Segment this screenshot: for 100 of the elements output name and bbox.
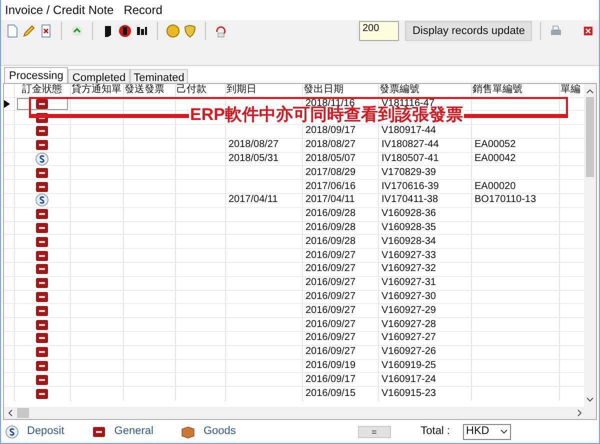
ok-badge-icon <box>35 372 49 387</box>
ok-badge-icon <box>35 138 49 152</box>
equals-button[interactable]: = <box>358 426 391 438</box>
current-row-icon <box>4 100 10 108</box>
ok-badge-icon <box>35 359 49 374</box>
ok-badge-icon <box>35 207 49 222</box>
column-header[interactable]: 發送發票 <box>124 84 164 96</box>
table-cell: 2018/08/27 <box>306 139 356 150</box>
ok-badge-icon <box>35 345 49 360</box>
close-icon[interactable] <box>583 24 595 38</box>
ok-badge-icon <box>92 424 106 438</box>
table-cell: V160927-29 <box>382 304 436 316</box>
column-header[interactable]: 訂金狀態 <box>22 84 62 96</box>
table-cell: IV180827-44 <box>382 139 439 150</box>
scroll-right-icon[interactable] <box>576 409 584 417</box>
table-cell: BO170110-13 <box>474 194 536 206</box>
table-cell: V160928-34 <box>382 236 436 247</box>
table-cell: 2016/09/27 <box>306 263 356 274</box>
table-cell: 2016/09/27 <box>306 318 356 330</box>
table-cell: 2016/09/27 <box>306 346 356 358</box>
ok-badge-icon <box>35 124 49 138</box>
legend-label: General <box>114 424 154 440</box>
table-cell: 2016/09/28 <box>306 236 356 247</box>
printer-icon[interactable] <box>549 24 563 38</box>
table-cell: V160928-36 <box>382 208 436 220</box>
ok-badge-icon <box>35 248 49 263</box>
table-cell: 2016/09/27 <box>306 332 356 344</box>
table-cell: V160919-25 <box>382 360 436 372</box>
currency-dropdown[interactable]: HKD <box>463 424 511 440</box>
table-cell: 2017/08/29 <box>306 166 356 178</box>
return-icon[interactable] <box>214 24 228 38</box>
column-header[interactable]: 發票編號 <box>380 84 420 96</box>
ok-badge-icon <box>35 386 49 401</box>
horizontal-scrollbar[interactable] <box>4 407 596 419</box>
total-label: Total : <box>420 424 450 440</box>
table-cell: 2018/05/31 <box>228 153 279 164</box>
table-cell: V160915-23 <box>382 388 436 399</box>
column-header[interactable]: 貸方通知單 <box>72 84 122 96</box>
column-header[interactable]: 己付款 <box>176 84 206 96</box>
update-button[interactable]: Display records update <box>405 21 532 41</box>
count-field[interactable]: 200 <box>359 21 400 41</box>
table-cell: IV170616-39 <box>382 180 439 192</box>
chevron-icon[interactable] <box>70 24 84 38</box>
ok-badge-icon <box>35 262 49 276</box>
tab[interactable]: Processing <box>4 67 68 83</box>
column-header[interactable]: 單編 <box>560 84 580 96</box>
table-cell: 2016/09/27 <box>306 277 356 288</box>
table-cell: V160927-33 <box>382 250 436 261</box>
legend-label: Deposit <box>27 424 64 440</box>
table-cell: 2016/09/17 <box>306 374 356 385</box>
dollar-coin-icon <box>5 424 19 438</box>
table-cell: V160927-30 <box>382 291 436 302</box>
table-cell: V160927-32 <box>382 263 436 274</box>
scroll-up-icon[interactable] <box>586 87 594 95</box>
bars-icon[interactable] <box>135 24 149 38</box>
table-cell: 2016/09/27 <box>306 250 356 261</box>
box-icon <box>181 424 196 438</box>
column-header[interactable]: 發出日期 <box>304 84 344 96</box>
shield-icon[interactable] <box>183 24 197 38</box>
table-cell: 2018/08/27 <box>228 139 279 150</box>
table-cell: IV180507-41 <box>382 153 439 164</box>
table-cell: 2017/04/11 <box>228 194 278 206</box>
table-cell: 2018/09/17 <box>306 125 356 136</box>
table-cell: IV170411-38 <box>382 194 438 206</box>
ok-badge-icon <box>35 290 49 304</box>
table-cell: EA00052 <box>474 139 516 150</box>
table-cell: 2016/09/27 <box>306 304 356 316</box>
table-cell: 2017/06/16 <box>306 180 356 192</box>
ok-badge-icon <box>35 166 49 180</box>
scroll-thumb[interactable] <box>586 97 594 177</box>
tab[interactable]: Teminated <box>130 69 188 83</box>
ok-badge-icon <box>35 221 49 236</box>
table-cell: 2016/09/15 <box>306 388 356 399</box>
legend-label: Goods <box>203 424 236 440</box>
scroll-left-icon[interactable] <box>6 409 14 417</box>
scroll-thumb[interactable] <box>17 408 29 418</box>
dropdown-caret-icon[interactable] <box>500 428 508 434</box>
table-cell: V160927-26 <box>382 346 436 358</box>
pencil-icon[interactable] <box>22 24 36 38</box>
coin-icon[interactable] <box>166 24 180 38</box>
new-document-icon[interactable] <box>5 24 19 38</box>
table-cell: V160917-24 <box>382 374 436 385</box>
delete-document-icon[interactable] <box>39 24 53 38</box>
table-cell: 2018/05/07 <box>306 153 356 164</box>
table-cell: 2016/09/19 <box>306 360 356 372</box>
scroll-down-icon[interactable] <box>586 396 594 404</box>
table-cell: V170829-39 <box>382 166 436 178</box>
table-cell: 2016/09/28 <box>306 222 356 234</box>
column-header[interactable]: 銷售單編號 <box>472 84 522 96</box>
ok-badge-icon <box>35 304 49 318</box>
table-cell: V180917-44 <box>382 125 436 136</box>
table-cell: V160927-31 <box>382 277 436 288</box>
column-header[interactable]: 到期日 <box>226 84 256 96</box>
ok-badge-icon <box>35 96 49 111</box>
tab[interactable]: Completed <box>68 69 130 83</box>
ok-badge-icon <box>35 180 49 194</box>
table-cell: V160928-35 <box>382 222 436 234</box>
ok-badge-icon <box>35 318 49 332</box>
table-cell: EA00042 <box>474 153 516 164</box>
vertical-scrollbar[interactable] <box>584 84 596 407</box>
